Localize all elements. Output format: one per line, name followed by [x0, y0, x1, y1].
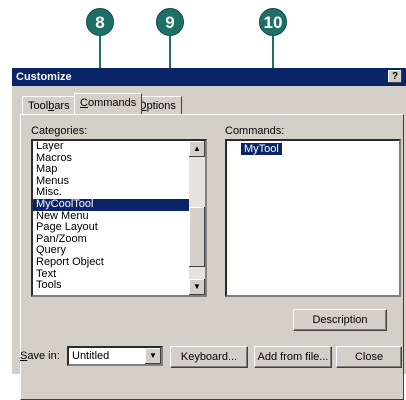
scroll-thumb[interactable] — [189, 207, 205, 267]
category-item[interactable]: Layer — [33, 141, 205, 153]
category-item[interactable]: Tools — [33, 280, 205, 292]
chevron-down-icon[interactable]: ▼ — [145, 348, 161, 364]
tab-toolbars[interactable]: Toolbars — [22, 96, 76, 114]
categories-scrollbar[interactable]: ▲ ▼ — [189, 141, 205, 295]
category-item[interactable]: Macros — [33, 152, 205, 165]
keyboard-button[interactable]: Keyboard... — [170, 346, 248, 368]
category-item[interactable]: Report Object — [33, 256, 205, 269]
callout-8: 8 — [86, 8, 114, 36]
dialog-title: Customize — [16, 71, 72, 83]
callout-10: 10 — [259, 8, 287, 36]
help-button[interactable]: ? — [388, 70, 402, 83]
category-item[interactable]: Page Layout — [33, 222, 205, 234]
save-in-label: Save in: — [20, 350, 60, 362]
commands-label: Commands: — [225, 125, 285, 137]
commands-list[interactable]: MyTool — [225, 139, 401, 297]
save-in-value: Untitled — [72, 350, 110, 362]
scroll-up-button[interactable]: ▲ — [189, 141, 205, 157]
callout-9: 9 — [156, 8, 184, 36]
description-button[interactable]: Description — [293, 309, 387, 331]
tab-commands[interactable]: Commands — [74, 93, 143, 114]
command-item[interactable]: MyTool — [241, 143, 282, 155]
add-from-file-button[interactable]: Add from file... — [254, 346, 332, 368]
categories-list[interactable]: Layer Macros Map Menus Misc. MyCoolTool New Me… — [31, 139, 207, 297]
customize-dialog: Customize ? Toolbars Commands Options Ca… — [12, 68, 406, 400]
close-button[interactable]: Close — [336, 346, 402, 368]
save-in-dropdown[interactable]: Untitled ▼ — [67, 346, 163, 366]
categories-label: Categories: — [31, 125, 88, 137]
category-item[interactable]: MyCoolTool — [33, 198, 205, 211]
scroll-down-button[interactable]: ▼ — [189, 279, 205, 295]
dialog-titlebar: Customize ? — [12, 68, 406, 86]
